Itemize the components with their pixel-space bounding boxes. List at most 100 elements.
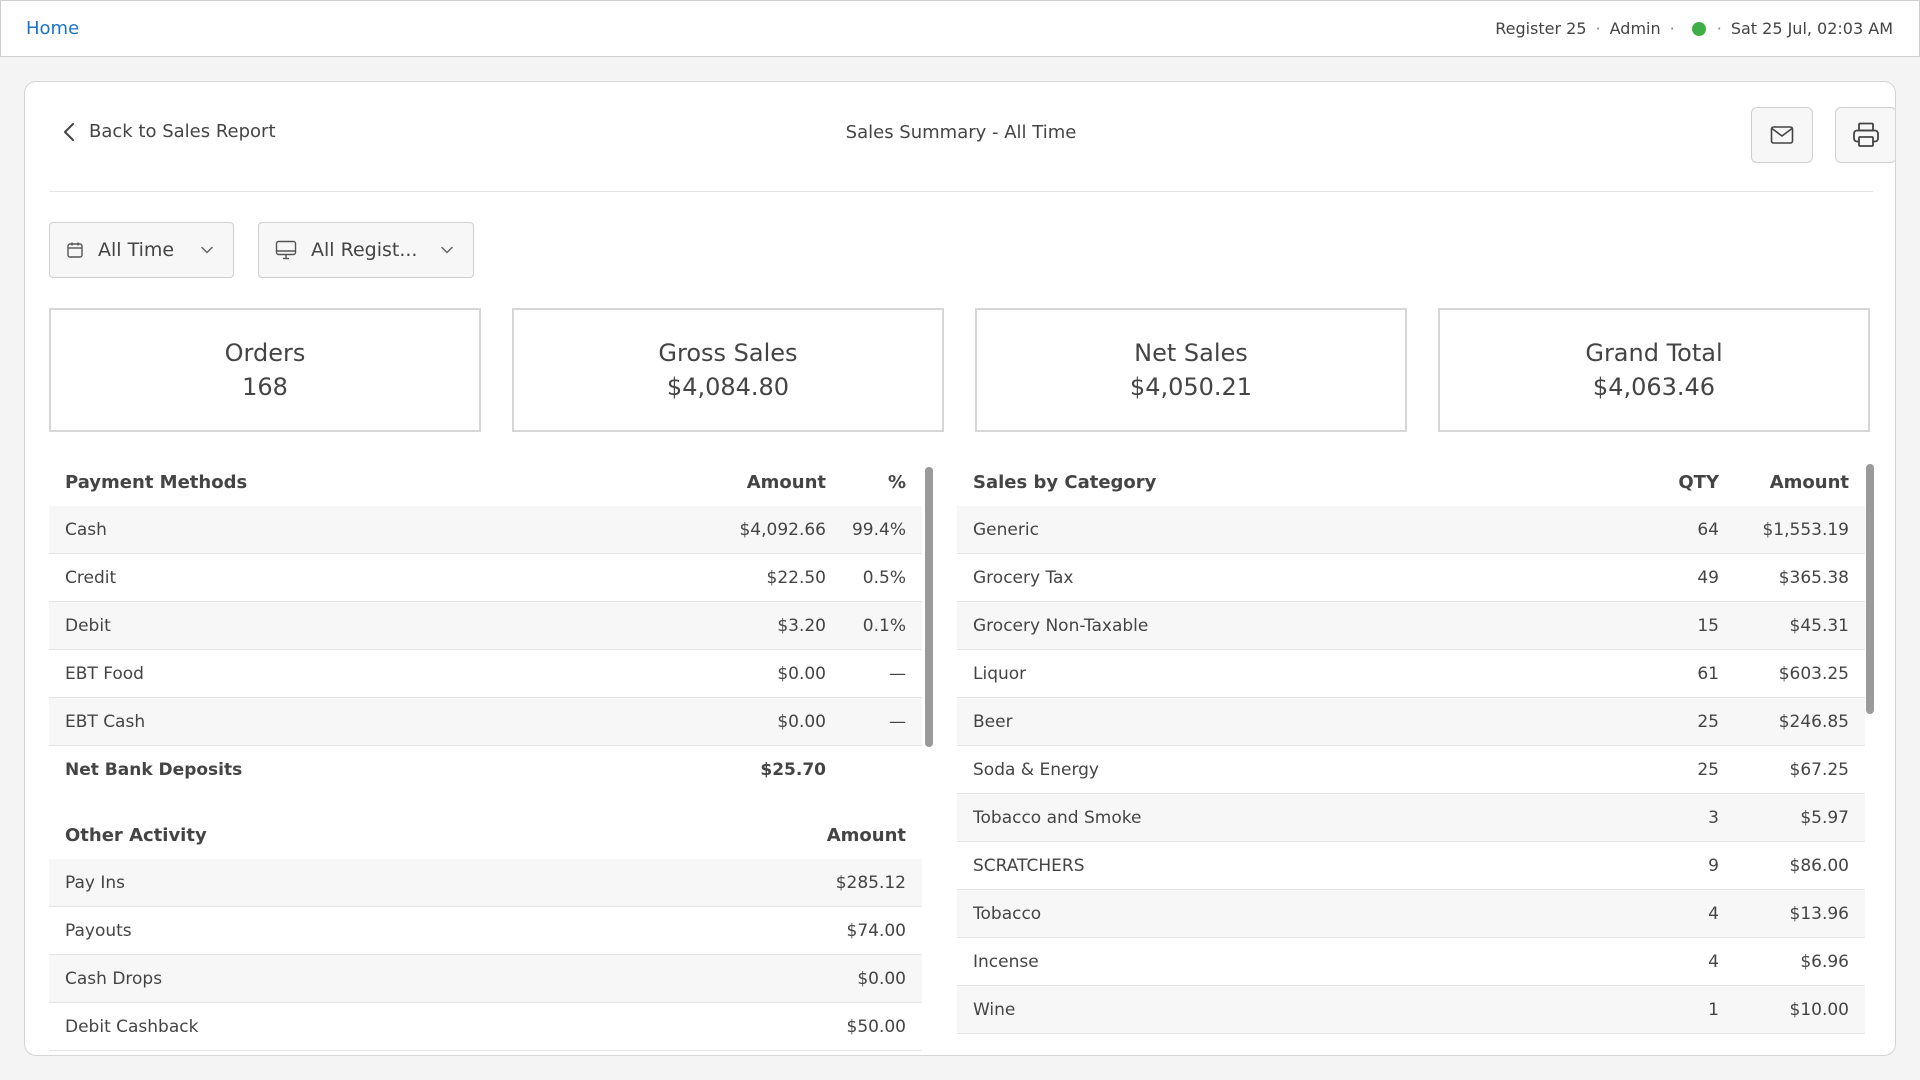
table-row: Wine 1 $10.00: [957, 986, 1865, 1034]
row-percent: —: [889, 663, 906, 684]
date-range-select[interactable]: All Time: [49, 222, 234, 278]
calendar-icon: [66, 241, 84, 259]
row-name: Soda & Energy: [973, 759, 1099, 780]
row-name: EBT Food: [65, 663, 144, 684]
register-name: Register 25: [1495, 19, 1587, 38]
row-amount: $10.00: [1789, 999, 1849, 1020]
row-amount: $13.96: [1789, 903, 1849, 924]
table-row: Pay Ins $285.12: [49, 859, 922, 907]
gross-sales-label: Gross Sales: [658, 339, 798, 367]
net-sales-value: $4,050.21: [1129, 373, 1253, 401]
row-amount: $246.85: [1778, 711, 1849, 732]
table-row: Soda & Energy 25 $67.25: [957, 746, 1865, 794]
row-amount: $74.00: [846, 920, 906, 941]
row-amount: $4,092.66: [739, 519, 826, 540]
row-name: Incense: [973, 951, 1039, 972]
print-button[interactable]: [1835, 107, 1895, 163]
sales-by-category-panel[interactable]: Sales by Category QTY Amount Generic 64 …: [957, 458, 1877, 1055]
row-qty: 49: [1697, 567, 1719, 588]
net-sales-tile: Net Sales $4,050.21: [975, 308, 1407, 432]
row-amount: $6.96: [1800, 951, 1849, 972]
other-activity-table: Other Activity Amount Pay Ins $285.12 Pa…: [49, 811, 922, 1051]
table-row: EBT Cash $0.00 —: [49, 698, 922, 746]
chevron-left-icon: [64, 122, 74, 141]
email-button[interactable]: [1751, 107, 1813, 163]
col-qty: QTY: [1678, 471, 1719, 493]
row-name: Liquor: [973, 663, 1027, 684]
register-select[interactable]: All Regist...: [258, 222, 474, 278]
printer-icon: [1853, 122, 1879, 147]
table-row: Liquor 61 $603.25: [957, 650, 1865, 698]
table-row: Incense 4 $6.96: [957, 938, 1865, 986]
mail-icon: [1770, 126, 1794, 144]
separator: ·: [1716, 19, 1722, 38]
row-name: Beer: [973, 711, 1013, 732]
user-name: Admin: [1609, 19, 1661, 38]
date-time: Sat 25 Jul, 02:03 AM: [1730, 19, 1893, 38]
separator: ·: [1669, 19, 1675, 38]
home-link[interactable]: Home: [26, 18, 79, 39]
orders-label: Orders: [224, 339, 306, 367]
gross-sales-tile: Gross Sales $4,084.80: [512, 308, 944, 432]
orders-value: 168: [242, 373, 288, 401]
row-name: Generic: [973, 519, 1039, 540]
table-row: Debit $3.20 0.1%: [49, 602, 922, 650]
col-amount: Amount: [826, 824, 906, 846]
table-row: Debit Cashback $50.00: [49, 1003, 922, 1051]
sales-by-category-table: Sales by Category QTY Amount Generic 64 …: [957, 458, 1865, 1034]
row-name: Pay Ins: [65, 872, 126, 893]
row-amount: $0.00: [777, 711, 826, 732]
row-qty: 3: [1708, 807, 1719, 828]
card-header: Back to Sales Report Sales Summary - All…: [49, 82, 1895, 192]
left-panel-scrollbar[interactable]: [925, 467, 933, 747]
row-name: Credit: [65, 567, 117, 588]
row-qty: 1: [1708, 999, 1719, 1020]
row-name: Grocery Non-Taxable: [973, 615, 1149, 636]
row-name: Payouts: [65, 920, 132, 941]
back-to-sales-report-button[interactable]: Back to Sales Report: [63, 121, 276, 142]
row-amount: $1,553.19: [1762, 519, 1849, 540]
chevron-down-icon: [201, 246, 213, 254]
row-name: Net Bank Deposits: [65, 760, 243, 780]
row-percent: 0.1%: [862, 615, 906, 636]
row-name: Debit Cashback: [65, 1016, 199, 1037]
sales-summary-card: Back to Sales Report Sales Summary - All…: [24, 81, 1896, 1056]
separator: ·: [1595, 19, 1601, 38]
row-amount: $86.00: [1789, 855, 1849, 876]
table-row: Tobacco 4 $13.96: [957, 890, 1865, 938]
col-category: Sales by Category: [973, 471, 1157, 493]
net-sales-label: Net Sales: [1134, 339, 1248, 367]
row-amount: $50.00: [846, 1016, 906, 1037]
row-qty: 25: [1697, 711, 1719, 732]
row-amount: $603.25: [1778, 663, 1849, 684]
row-amount: $67.25: [1789, 759, 1849, 780]
table-header: Payment Methods Amount %: [49, 458, 922, 506]
table-header: Sales by Category QTY Amount: [957, 458, 1865, 506]
payment-methods-table: Payment Methods Amount % Cash $4,092.66 …: [49, 458, 922, 794]
left-tables-panel[interactable]: Payment Methods Amount % Cash $4,092.66 …: [49, 458, 947, 1055]
register-value: All Regist...: [311, 239, 418, 261]
row-qty: 9: [1708, 855, 1719, 876]
table-row: Tobacco and Smoke 3 $5.97: [957, 794, 1865, 842]
row-qty: 4: [1708, 951, 1719, 972]
grand-total-label: Grand Total: [1585, 339, 1723, 367]
row-amount: $45.31: [1789, 615, 1849, 636]
net-bank-deposits-row: Net Bank Deposits $25.70: [49, 746, 922, 794]
table-row: Grocery Non-Taxable 15 $45.31: [957, 602, 1865, 650]
col-percent: %: [887, 471, 906, 493]
row-amount: $365.38: [1778, 567, 1849, 588]
row-name: Tobacco: [973, 903, 1042, 924]
row-amount: $25.70: [760, 760, 826, 780]
table-row: Beer 25 $246.85: [957, 698, 1865, 746]
table-row: SCRATCHERS 9 $86.00: [957, 842, 1865, 890]
row-amount: $5.97: [1800, 807, 1849, 828]
top-bar: Home Register 25 · Admin · · Sat 25 Jul,…: [0, 0, 1920, 57]
online-status-icon: [1691, 21, 1706, 36]
row-name: SCRATCHERS: [973, 855, 1085, 876]
table-row: Grocery Tax 49 $365.38: [957, 554, 1865, 602]
table-row: Payouts $74.00: [49, 907, 922, 955]
category-panel-scrollbar[interactable]: [1866, 464, 1874, 714]
row-qty: 4: [1708, 903, 1719, 924]
table-row: Credit $22.50 0.5%: [49, 554, 922, 602]
row-name: Wine: [973, 999, 1016, 1020]
